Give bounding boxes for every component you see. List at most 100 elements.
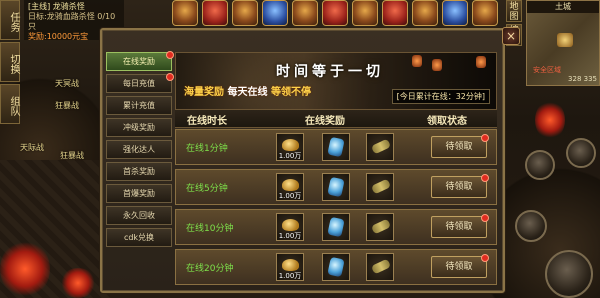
reward-category-menu: 在线奖励 每日充值 累计充值 冲级奖励 强化达人 首杀奖励 首爆奖励 永久回收 …: [106, 51, 174, 250]
attack-button[interactable]: [545, 250, 593, 298]
menu-item-online-reward[interactable]: 在线奖励: [106, 51, 174, 71]
quest-tag: [主线]: [28, 2, 51, 11]
reward-quantity: 1.00万: [278, 192, 302, 200]
menu-item-label: 首杀奖励: [123, 167, 155, 176]
minimap-title: 土城: [527, 1, 599, 13]
character-name: 天冥战: [55, 79, 79, 88]
menu-item-cdk[interactable]: cdk兑换: [106, 228, 172, 247]
skill-button[interactable]: [566, 138, 596, 168]
menu-item-label: 累计充值: [123, 101, 155, 110]
gold-ingot-icon: [282, 139, 299, 151]
row-duration: 在线5分钟: [186, 184, 228, 194]
reward-slot[interactable]: [366, 253, 394, 281]
slogan-part: 等领不停: [270, 87, 311, 98]
reward-quantity: 1.00万: [278, 152, 302, 160]
gold-ingot-icon: [282, 179, 299, 191]
minimap-zone-label: 安全区域: [533, 66, 561, 74]
claim-button[interactable]: 待领取: [431, 254, 489, 278]
reward-slot[interactable]: 1.00万: [276, 253, 304, 281]
reward-slot[interactable]: 1.00万: [276, 213, 304, 241]
castle-icon: [557, 33, 573, 47]
reward-table-header: 在线时长 在线奖励 领取状态: [175, 110, 497, 128]
left-side-tabs: 任务 切换 组队: [0, 0, 22, 126]
row-duration: 在线10分钟: [186, 224, 234, 234]
menu-item-recycle[interactable]: 永久回收: [106, 206, 172, 225]
menu-item-label: 强化达人: [123, 145, 155, 154]
claim-button-label: 待领取: [445, 262, 473, 272]
reward-quantity: 1.00万: [278, 272, 302, 280]
tab-map[interactable]: 地图: [506, 0, 522, 22]
reward-slot[interactable]: [322, 173, 350, 201]
menu-item-enhance-master[interactable]: 强化达人: [106, 140, 172, 159]
menu-item-label: 在线奖励: [123, 57, 155, 66]
gold-ingot-icon: [282, 219, 299, 231]
claim-button[interactable]: 待领取: [431, 214, 489, 238]
crystal-icon: [327, 256, 345, 278]
scroll-icon: [370, 138, 392, 155]
activity-shield-icon[interactable]: [442, 0, 468, 26]
claim-button-label: 待领取: [445, 222, 473, 232]
menu-item-first-drop[interactable]: 首爆奖励: [106, 184, 172, 203]
notification-dot-icon: [166, 51, 174, 59]
activity-lantern-icon[interactable]: [292, 0, 318, 26]
skill-button[interactable]: [525, 150, 555, 180]
fire-effect: [0, 240, 50, 298]
activity-shop-icon[interactable]: [352, 0, 378, 26]
tab-team[interactable]: 组队: [0, 84, 20, 124]
slogan-part: 海量奖励: [184, 87, 224, 98]
reward-slot[interactable]: [322, 133, 350, 161]
character-name: 狂暴战: [55, 101, 79, 110]
minimap[interactable]: 土城 安全区域 328 335: [526, 0, 600, 86]
activity-chest-icon[interactable]: [172, 0, 198, 26]
claim-button-label: 待领取: [445, 182, 473, 192]
character-name: 狂暴战: [60, 151, 84, 160]
scroll-icon: [370, 258, 392, 275]
character-name: 天际战: [20, 143, 44, 152]
activity-crown-icon[interactable]: [472, 0, 498, 26]
tab-switch[interactable]: 切换: [0, 42, 20, 82]
claim-button-label: 待领取: [445, 142, 473, 152]
claim-button[interactable]: 待领取: [431, 134, 489, 158]
reward-slot[interactable]: [366, 173, 394, 201]
activity-flag-icon[interactable]: [382, 0, 408, 26]
reward-slot[interactable]: [322, 213, 350, 241]
tab-task[interactable]: 任务: [0, 0, 20, 40]
activity-treasure-icon[interactable]: [412, 0, 438, 26]
menu-item-level-reward[interactable]: 冲级奖励: [106, 118, 172, 137]
menu-item-label: 冲级奖励: [123, 123, 155, 132]
activity-gift-icon[interactable]: [202, 0, 228, 26]
reward-row: 在线10分钟 1.00万 待领取: [175, 209, 497, 245]
crystal-icon: [327, 216, 345, 238]
menu-item-label: 每日充值: [123, 79, 155, 88]
header-status: 领取状态: [427, 116, 467, 127]
scroll-icon: [370, 178, 392, 195]
quest-detail: 日标:龙骑血路杀怪: [28, 12, 95, 21]
menu-item-daily-recharge[interactable]: 每日充值: [106, 73, 174, 93]
gold-ingot-icon: [282, 259, 299, 271]
reward-slot[interactable]: [322, 253, 350, 281]
crystal-icon: [327, 136, 345, 158]
fire-effect: [60, 268, 96, 298]
activity-boss-icon[interactable]: [322, 0, 348, 26]
banner-headline: 时间等于一切: [276, 64, 384, 80]
reward-slot[interactable]: 1.00万: [276, 133, 304, 161]
top-activity-bar: [172, 0, 502, 30]
lantern-icon: [476, 56, 486, 68]
row-duration: 在线1分钟: [186, 144, 228, 154]
activity-gem-icon[interactable]: [262, 0, 288, 26]
reward-slot[interactable]: [366, 133, 394, 161]
notification-dot-icon: [481, 174, 489, 182]
quest-title-line: [主线] 龙骑杀怪: [28, 2, 120, 12]
header-rewards: 在线奖励: [305, 116, 345, 127]
reward-quantity: 1.00万: [278, 232, 302, 240]
reward-slot[interactable]: [366, 213, 394, 241]
reward-row: 在线1分钟 1.00万 待领取: [175, 129, 497, 165]
activity-coin-icon[interactable]: [232, 0, 258, 26]
reward-row: 在线5分钟 1.00万 待领取: [175, 169, 497, 205]
skill-button[interactable]: [515, 210, 547, 242]
close-button[interactable]: ×: [502, 27, 520, 45]
claim-button[interactable]: 待领取: [431, 174, 489, 198]
reward-slot[interactable]: 1.00万: [276, 173, 304, 201]
menu-item-first-kill[interactable]: 首杀奖励: [106, 162, 172, 181]
menu-item-total-recharge[interactable]: 累计充值: [106, 96, 172, 115]
